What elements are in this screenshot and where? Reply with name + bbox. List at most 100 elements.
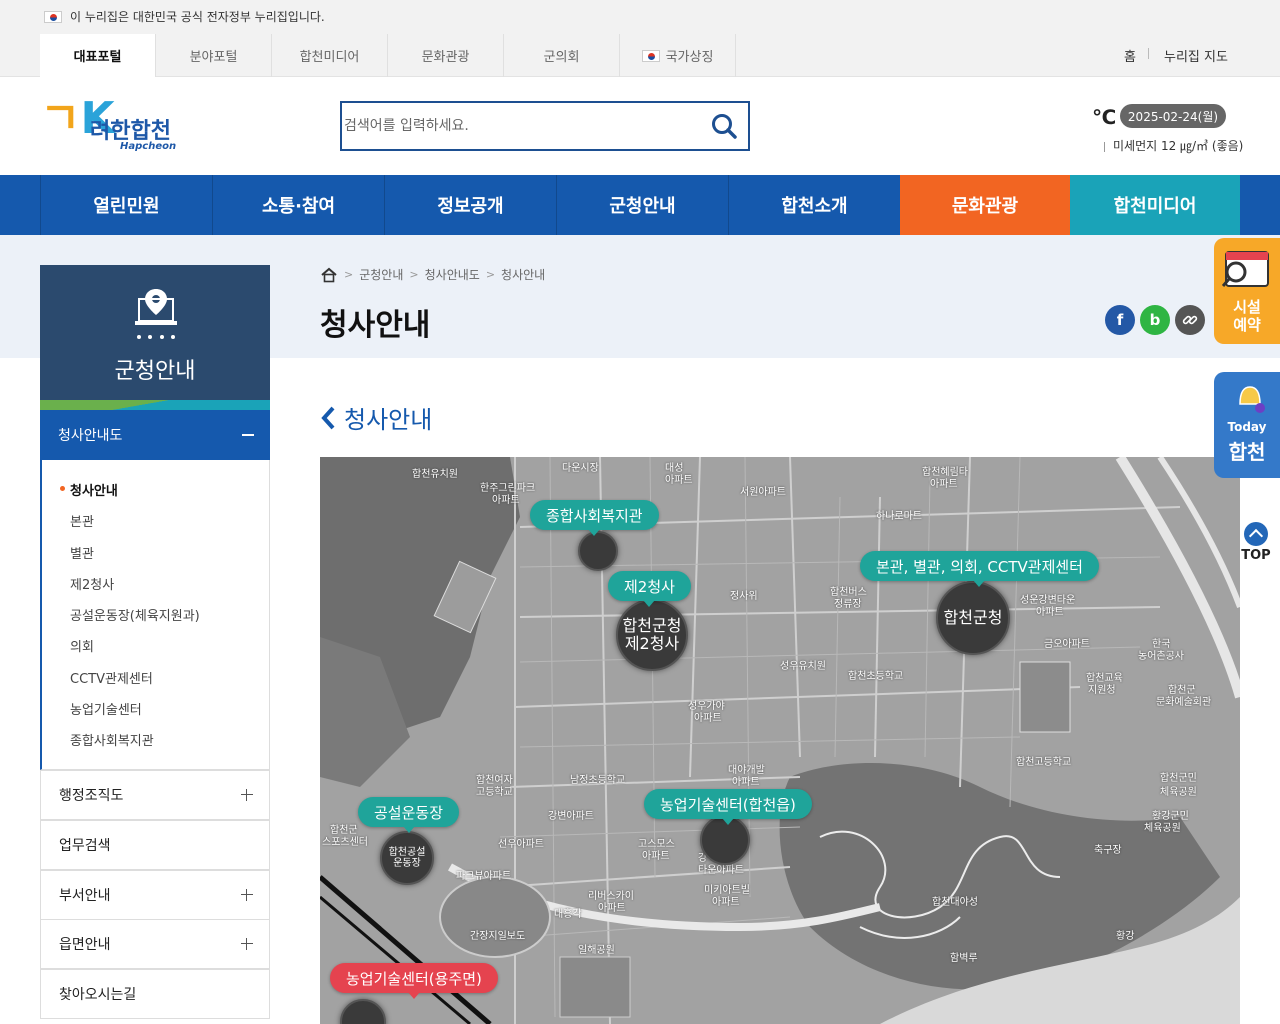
sidebar-item-annex[interactable]: 별관: [70, 543, 94, 562]
util-divider: [1148, 48, 1149, 59]
copy-link-button[interactable]: [1175, 305, 1205, 335]
search-icon[interactable]: [710, 112, 738, 140]
scroll-top-button[interactable]: TOP: [1238, 522, 1274, 563]
map-label: 아파트: [732, 777, 760, 788]
map-label: 성우유치원: [780, 661, 826, 672]
agri-center-yongju-pin[interactable]: 농업기술센터(용주면): [330, 963, 498, 999]
breadcrumb-separator: >: [344, 268, 354, 281]
breadcrumb-item: 청사안내: [501, 268, 546, 282]
sidebar-item-office-guide[interactable]: 청사안내: [60, 480, 118, 499]
main-office-pin[interactable]: 본관, 별관, 의회, CCTV관제센터: [860, 551, 1099, 587]
gov-banner: 이 누리집은 대한민국 공식 전자정부 누리집입니다.: [0, 0, 1280, 34]
reservation-label-2: 예약: [1233, 316, 1261, 334]
stadium-marker[interactable]: 합천공설 운동장: [380, 831, 434, 885]
map-label: 정류장: [834, 599, 862, 610]
breadcrumb-separator: >: [485, 268, 496, 281]
sidebar-header: 군청안내: [40, 265, 270, 410]
portal-tab-symbol[interactable]: 국가상징: [620, 34, 736, 77]
today-label: Today: [1227, 420, 1267, 434]
sidebar-menu-departments[interactable]: 부서안내: [40, 870, 270, 920]
sidebar-item-agri-center[interactable]: 농업기술센터: [70, 699, 142, 718]
map-label: 합천대야성: [932, 897, 978, 908]
portal-tab-council[interactable]: 군의회: [504, 34, 620, 77]
sidebar-menu-towns[interactable]: 읍면안내: [40, 919, 270, 969]
sidebar-item-stadium[interactable]: 공설운동장(체육지원과): [70, 605, 200, 624]
portal-tab-media[interactable]: 합천미디어: [272, 34, 388, 77]
map-label: 스포츠센터: [322, 837, 368, 848]
home-link[interactable]: 홈: [1124, 46, 1136, 65]
welfare-center-marker[interactable]: [578, 531, 618, 571]
second-office-pin[interactable]: 제2청사: [608, 571, 691, 607]
map-label: 아파트: [642, 851, 670, 862]
map-background: [320, 457, 1240, 1024]
sidebar-menu-label: 읍면안내: [59, 937, 111, 953]
map-label: 간장지일보도: [470, 931, 526, 942]
search-box: [340, 101, 750, 151]
map-label: 농어촌공사: [1138, 651, 1184, 662]
main-office-marker[interactable]: 합천군청: [936, 581, 1010, 655]
breadcrumb-item[interactable]: 청사안내도: [425, 266, 480, 283]
facility-reservation-button[interactable]: 시설 예약: [1214, 238, 1280, 344]
map-label: 남정초등학교: [570, 775, 626, 786]
site-header: ㄱK 려한합천 Hapcheon ℃ 2025-02-24(월) 미세먼지 12…: [0, 77, 1280, 175]
sidebar-item-council[interactable]: 의회: [70, 636, 94, 655]
breadcrumb-item[interactable]: 군청안내: [359, 266, 403, 283]
facebook-share-button[interactable]: f: [1105, 305, 1135, 335]
marker-text: 운동장: [393, 858, 421, 869]
portal-tab-field[interactable]: 분야포털: [156, 34, 272, 77]
portal-tabs: 대표포털 분야포털 합천미디어 문화관광 군의회 국가상징 홈 누리집 지도: [0, 34, 1280, 77]
sidebar-group-label: 청사안내도: [58, 428, 123, 444]
sidebar-item-cctv[interactable]: CCTV관제센터: [70, 668, 153, 687]
map-label: 아파트: [665, 475, 693, 486]
nav-media[interactable]: 합천미디어: [1070, 175, 1240, 235]
map-label: 하나로마트: [876, 511, 922, 522]
blog-share-button[interactable]: b: [1140, 305, 1170, 335]
nav-participation[interactable]: 소통·참여: [212, 175, 384, 235]
korea-flag-icon: [641, 49, 660, 62]
map-label: 문화예술회관: [1156, 697, 1212, 708]
map-label: 서원아파트: [740, 487, 786, 498]
fine-dust-status: 미세먼지 12 ㎍/㎥ (좋음): [1104, 137, 1243, 154]
map-label: 함벽루: [950, 953, 978, 964]
portal-tab-main[interactable]: 대표포털: [40, 34, 156, 77]
office-map[interactable]: 합천유치원 다운시장 한주그린파크 아파트 대성 아파트 서원아파트 합천혜림타…: [320, 457, 1240, 1024]
marker-text: 합천군청: [622, 615, 682, 635]
nav-county-guide[interactable]: 군청안내: [556, 175, 728, 235]
map-label: 지원청: [1088, 685, 1116, 696]
korea-flag-icon: [44, 10, 62, 23]
sidebar-group-directory[interactable]: 청사안내도: [40, 410, 270, 460]
today-hapcheon-button[interactable]: Today 합천: [1214, 372, 1280, 478]
sidebar-item-welfare-center[interactable]: 종합사회복지관: [70, 730, 154, 749]
link-icon: [1182, 315, 1198, 325]
home-icon[interactable]: [320, 267, 338, 283]
map-label: 고등학교: [476, 787, 513, 798]
sidebar-menu-org-chart[interactable]: 행정조직도: [40, 770, 270, 820]
building-pin-icon: [135, 289, 177, 339]
map-label: 선우아파트: [498, 839, 544, 850]
nav-about[interactable]: 합천소개: [728, 175, 900, 235]
map-label: 합천군민: [1160, 773, 1197, 784]
second-office-marker[interactable]: 합천군청 제2청사: [616, 599, 688, 671]
sidebar-menu-label: 찾아오시는길: [59, 987, 137, 1003]
stadium-pin[interactable]: 공설운동장: [358, 797, 460, 833]
map-label: 금오아파트: [1044, 639, 1090, 650]
map-label: 파크뷰아파트: [456, 871, 512, 882]
nav-info[interactable]: 정보공개: [384, 175, 556, 235]
map-label: 아파트: [1036, 607, 1064, 618]
sidebar-menu-label: 부서안내: [59, 888, 111, 904]
nav-culture[interactable]: 문화관광: [900, 175, 1070, 235]
sidebar-menu-task-search[interactable]: 업무검색: [40, 820, 270, 870]
sidebar-title: 군청안내: [114, 359, 196, 384]
agri-center-pin[interactable]: 농업기술센터(합천읍): [644, 789, 812, 825]
nav-civil[interactable]: 열린민원: [40, 175, 212, 235]
portal-tab-culture[interactable]: 문화관광: [388, 34, 504, 77]
site-logo[interactable]: ㄱK 려한합천 Hapcheon: [40, 97, 176, 153]
search-input[interactable]: [344, 105, 694, 147]
page-title: 청사안내: [320, 308, 431, 343]
sitemap-link[interactable]: 누리집 지도: [1164, 46, 1228, 65]
sidebar-item-second-office[interactable]: 제2청사: [70, 574, 114, 593]
map-label: 아파트: [712, 897, 740, 908]
sidebar-menu-directions[interactable]: 찾아오시는길: [40, 969, 270, 1019]
sidebar-item-main-building[interactable]: 본관: [70, 511, 94, 530]
welfare-center-pin[interactable]: 종합사회복지관: [530, 500, 659, 536]
